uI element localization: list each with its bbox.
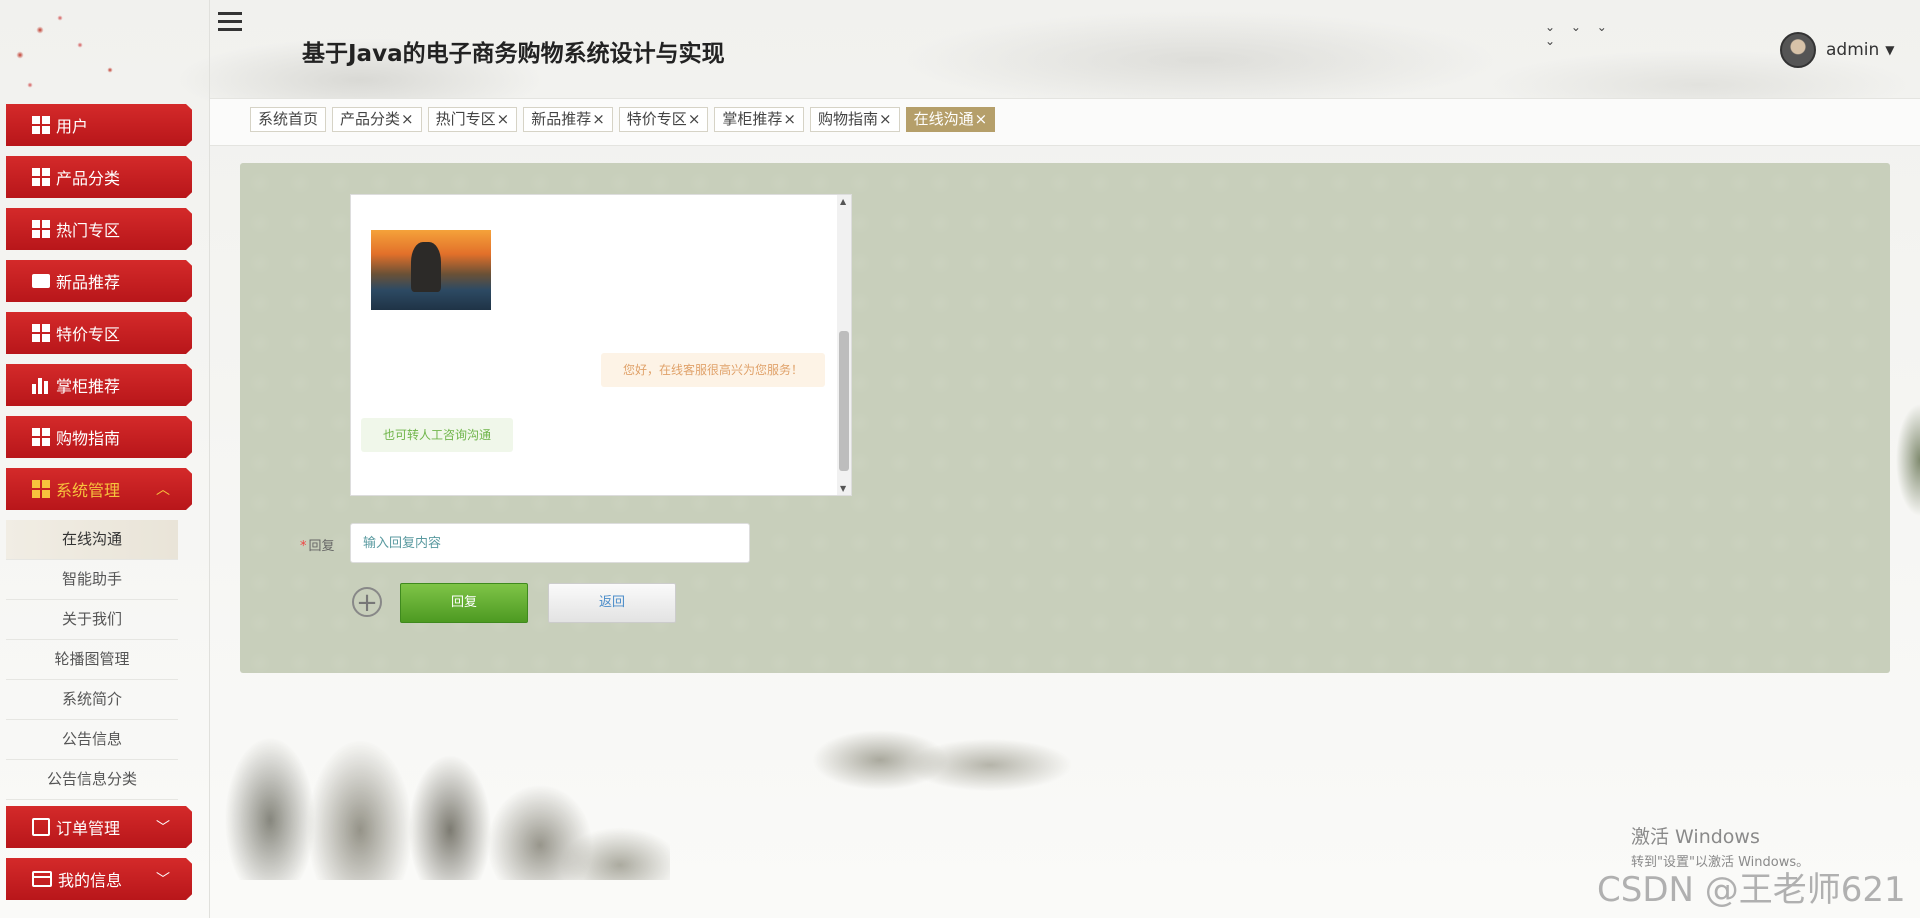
- menu-toggle-icon[interactable]: [218, 12, 242, 34]
- tab-label: 产品分类: [340, 110, 401, 128]
- close-icon[interactable]: ×: [688, 110, 701, 128]
- tab-bar: 系统首页 产品分类× 热门专区× 新品推荐× 特价专区× 掌柜推荐× 购物指南×…: [210, 98, 1920, 146]
- sidebar-item-system-management[interactable]: 系统管理 ︿: [6, 468, 192, 510]
- chat-image[interactable]: [371, 230, 491, 310]
- tab-label: 系统首页: [258, 110, 319, 128]
- tab-new-products[interactable]: 新品推荐×: [523, 107, 613, 132]
- tab-special-offers[interactable]: 特价专区×: [618, 107, 709, 132]
- chat-scrollbar[interactable]: ▲ ▼: [837, 195, 851, 495]
- submenu-item-about-us[interactable]: 关于我们: [6, 600, 178, 640]
- birds-decoration: ⌄ ⌄ ⌄ ⌄: [1545, 20, 1613, 48]
- tab-product-category[interactable]: 产品分类×: [332, 107, 422, 132]
- line-chart-icon: [32, 818, 50, 836]
- reply-label: * 回复: [300, 535, 335, 554]
- sidebar-item-label: 特价专区: [56, 325, 121, 344]
- back-button[interactable]: 返回: [548, 583, 676, 623]
- sidebar-item-orders[interactable]: 订单管理 ﹀: [6, 806, 192, 848]
- sidebar-item-label: 订单管理: [56, 819, 121, 838]
- sidebar-item-label: 热门专区: [56, 221, 121, 240]
- tab-label: 热门专区: [435, 110, 496, 128]
- add-circle-icon[interactable]: +: [352, 587, 382, 617]
- sidebar-item-label: 购物指南: [56, 429, 121, 448]
- card-icon: [32, 871, 52, 887]
- sidebar-item-manager-picks[interactable]: 掌柜推荐: [6, 364, 192, 406]
- tab-label: 新品推荐: [531, 110, 592, 128]
- tab-label: 在线沟通: [913, 110, 974, 128]
- sidebar-item-shopping-guide[interactable]: 购物指南: [6, 416, 192, 458]
- reply-button[interactable]: 回复: [400, 583, 528, 623]
- submenu-item-system-intro[interactable]: 系统简介: [6, 680, 178, 720]
- user-menu[interactable]: admin ▼: [1780, 32, 1895, 68]
- mountain-painting-left: [210, 680, 670, 880]
- close-icon[interactable]: ×: [497, 110, 510, 128]
- grid-icon: [32, 220, 50, 238]
- required-mark: *: [300, 539, 307, 554]
- mountain-painting-middle: [770, 710, 1100, 800]
- grid-icon: [32, 116, 50, 134]
- sidebar-item-my-info[interactable]: 我的信息 ﹀: [6, 858, 192, 900]
- grid-icon: [32, 324, 50, 342]
- windows-watermark-title: 激活 Windows: [1631, 826, 1760, 848]
- caret-down-icon[interactable]: ▼: [1885, 43, 1894, 57]
- sidebar-item-users[interactable]: 用户: [6, 104, 192, 146]
- tab-label: 特价专区: [626, 110, 687, 128]
- scroll-thumb[interactable]: [839, 331, 849, 471]
- sidebar-item-label: 用户: [56, 117, 89, 136]
- sidebar-item-label: 我的信息: [58, 871, 123, 890]
- tab-shopping-guide[interactable]: 购物指南×: [809, 107, 900, 132]
- sidebar-item-label: 新品推荐: [56, 273, 121, 292]
- sidebar-item-special-offers[interactable]: 特价专区: [6, 312, 192, 354]
- submenu-item-carousel[interactable]: 轮播图管理: [6, 640, 178, 680]
- tab-home[interactable]: 系统首页: [250, 107, 327, 132]
- submenu-item-announcements[interactable]: 公告信息: [6, 720, 178, 760]
- tab-label: 购物指南: [817, 110, 878, 128]
- csdn-watermark: CSDN @王老师621: [1597, 870, 1906, 910]
- chevron-up-icon[interactable]: ︿: [156, 479, 170, 499]
- tab-manager-picks[interactable]: 掌柜推荐×: [714, 107, 804, 132]
- chevron-down-icon[interactable]: ﹀: [156, 817, 170, 837]
- chat-message-user: 也可转人工咨询沟通: [361, 418, 514, 452]
- sidebar-item-label: 系统管理: [56, 481, 121, 500]
- tab-online-chat[interactable]: 在线沟通×: [905, 107, 996, 132]
- site-title: 基于Java的电子商务购物系统设计与实现: [302, 41, 725, 67]
- bar-chart-icon: [32, 376, 50, 394]
- tab-label: 掌柜推荐: [722, 110, 783, 128]
- submenu-item-online-chat[interactable]: 在线沟通: [6, 520, 178, 560]
- grid-icon: [32, 168, 50, 186]
- close-icon[interactable]: ×: [401, 110, 414, 128]
- chat-panel: 您好，在线客服很高兴为您服务！ 也可转人工咨询沟通 ▲ ▼ *回复 + 回复 返…: [240, 163, 1890, 673]
- grid-icon: [32, 480, 50, 498]
- reply-label-text: 回复: [308, 539, 335, 554]
- chat-history[interactable]: 您好，在线客服很高兴为您服务！ 也可转人工咨询沟通 ▲ ▼: [350, 194, 852, 496]
- sidebar-item-new-products[interactable]: 新品推荐: [6, 260, 192, 302]
- chat-message-service: 您好，在线客服很高兴为您服务！: [600, 353, 825, 387]
- grid-icon: [32, 428, 50, 446]
- sidebar: 用户 产品分类 热门专区 新品推荐 特价专区 掌柜推荐 购物指南 系统管理 ︿ …: [0, 100, 210, 918]
- user-name[interactable]: admin: [1826, 40, 1879, 60]
- chevron-down-icon[interactable]: ﹀: [156, 869, 170, 889]
- tab-hot-zone[interactable]: 热门专区×: [427, 107, 518, 132]
- scroll-down-icon[interactable]: ▼: [840, 484, 846, 493]
- sidebar-item-hot-zone[interactable]: 热门专区: [6, 208, 192, 250]
- close-icon[interactable]: ×: [592, 110, 605, 128]
- close-icon[interactable]: ×: [783, 110, 796, 128]
- system-submenu: 在线沟通 智能助手 关于我们 轮播图管理 系统简介 公告信息 公告信息分类: [6, 520, 186, 800]
- submenu-item-assistant[interactable]: 智能助手: [6, 560, 178, 600]
- wallet-icon: [32, 274, 50, 288]
- plum-blossom-decoration: [0, 0, 210, 100]
- scroll-up-icon[interactable]: ▲: [840, 197, 846, 206]
- submenu-item-announcement-categories[interactable]: 公告信息分类: [6, 760, 178, 800]
- sidebar-item-product-category[interactable]: 产品分类: [6, 156, 192, 198]
- reply-input[interactable]: [350, 523, 750, 563]
- avatar[interactable]: [1780, 32, 1816, 68]
- sidebar-item-label: 掌柜推荐: [56, 377, 121, 396]
- close-icon[interactable]: ×: [879, 110, 892, 128]
- sidebar-item-label: 产品分类: [56, 169, 121, 188]
- close-icon[interactable]: ×: [975, 110, 988, 128]
